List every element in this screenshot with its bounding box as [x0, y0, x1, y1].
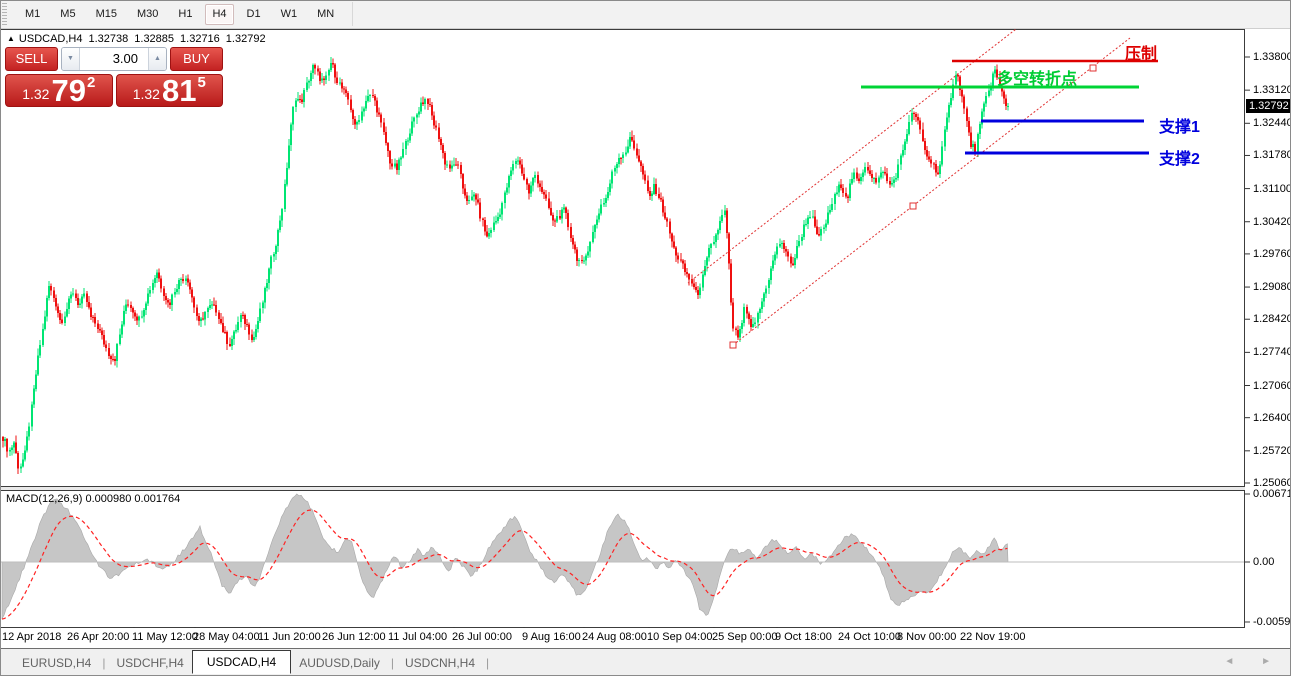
price-axis-label: 1.33120: [1253, 84, 1291, 96]
tab-separator: |: [102, 656, 105, 670]
price-axis-label: 1.25720: [1253, 445, 1291, 457]
buy-price-prefix: 1.32: [133, 87, 160, 101]
volume-spinner: ▼ 3.00 ▲: [61, 47, 167, 71]
price-axis-label: 1.28420: [1253, 313, 1291, 325]
timeframe-button-h1[interactable]: H1: [171, 4, 199, 25]
mt4-terminal-window: M1 M5 M15 M30 H1 H4 D1 W1MN ▲ USDCAD,H4 1.32738 1.…: [0, 0, 1291, 676]
time-axis-label: 26 Apr 20:00: [67, 631, 129, 643]
ohlc-low: 1.32716: [180, 33, 220, 45]
timeframe-toolbar: M1 M5 M15 M30 H1 H4 D1 W1MN: [0, 0, 1291, 29]
sell-price-button[interactable]: 1.32 79 2: [5, 74, 113, 107]
macd-axis-label: 0.00: [1253, 556, 1274, 568]
time-axis-label: 26 Jun 12:00: [322, 631, 386, 643]
price-axis-label: 1.31100: [1253, 183, 1291, 195]
price-axis-label: 1.27060: [1253, 380, 1291, 392]
time-axis-label: 22 Nov 19:00: [960, 631, 1025, 643]
time-axis-label: 11 Jul 04:00: [388, 631, 447, 643]
pivot-label[interactable]: 多空转折点: [997, 65, 1077, 89]
price-axis-label: 1.32440: [1253, 117, 1291, 129]
ohlc-high: 1.32885: [134, 33, 174, 45]
chart-tab-usdcad-h4[interactable]: USDCAD,H4: [192, 650, 291, 674]
timeframe-button-m15[interactable]: M15: [89, 4, 124, 25]
sell-price-prefix: 1.32: [22, 87, 49, 101]
toolbar-separator: [352, 2, 353, 26]
toolbar-grip[interactable]: [2, 3, 7, 25]
current-price-badge: 1.32792: [1246, 99, 1291, 113]
time-axis-label: 25 Sep 00:00: [712, 631, 777, 643]
chart-tab-bar: EURUSD,H4|USDCHF,H4USDCAD,H4AUDUSD,Daily…: [0, 648, 1291, 676]
time-axis-label: 24 Oct 10:00: [838, 631, 901, 643]
price-axis-label: 1.26400: [1253, 412, 1291, 424]
tab-scroll-arrows-icon[interactable]: ◄ ►: [1224, 656, 1283, 667]
ohlc-open: 1.32738: [89, 33, 129, 45]
buy-price-main: 81: [162, 78, 196, 103]
chart-tab-usdcnh-h4[interactable]: USDCNH,H4: [397, 652, 483, 674]
chart-tab-audusd-daily[interactable]: AUDUSD,Daily: [291, 652, 388, 674]
time-axis[interactable]: 12 Apr 2018 26 Apr 20:0011 May 12:0028 Ma…: [0, 628, 1245, 648]
time-axis-label: 11 Jun 20:00: [258, 631, 321, 643]
price-axis-label: 1.31780: [1253, 149, 1291, 161]
timeframe-button-h4[interactable]: H4: [205, 4, 233, 25]
support2-label[interactable]: 支撑2: [1159, 145, 1200, 169]
timeframe-button-m1[interactable]: M1: [18, 4, 47, 25]
macd-axis-label: 0.006718: [1253, 488, 1291, 500]
macd-axis-label: -0.005925: [1253, 616, 1291, 628]
chart-tab-usdchf-h4[interactable]: USDCHF,H4: [108, 652, 191, 674]
price-axis-label: 1.30420: [1253, 216, 1291, 228]
macd-indicator-pane[interactable]: [0, 490, 1245, 628]
sell-price-pip: 2: [87, 75, 95, 90]
macd-indicator-label: MACD(12,26,9) 0.000980 0.001764: [6, 493, 180, 505]
time-axis-label: 24 Aug 08:00: [582, 631, 647, 643]
timeframe-button-m30[interactable]: M30: [130, 4, 165, 25]
chart-symbol-label: USDCAD,H4: [19, 33, 83, 45]
resistance-label[interactable]: 压制: [1125, 40, 1157, 64]
chart-title: ▲ USDCAD,H4 1.32738 1.32885 1.32716 1.32792: [7, 33, 266, 45]
timeframe-buttons: M1 M5 M15 M30 H1 H4 D1 W1MN: [15, 4, 344, 25]
price-axis-label: 1.27740: [1253, 346, 1291, 358]
one-click-trading-panel: SELL ▼ 3.00 ▲ BUY 1.32 79 2 1.32 81 5: [5, 47, 223, 107]
time-axis-label: 12 Apr 2018: [2, 631, 61, 643]
ohlc-close: 1.32792: [226, 33, 266, 45]
time-axis-label: 28 May 04:00: [193, 631, 260, 643]
timeframe-button-w1[interactable]: W1: [274, 4, 305, 25]
time-axis-label: 11 May 12:00: [132, 631, 198, 643]
chart-tab-eurusd-h4[interactable]: EURUSD,H4: [14, 652, 99, 674]
volume-decrease-icon[interactable]: ▼: [62, 48, 80, 70]
price-axis-label: 1.29760: [1253, 248, 1291, 260]
chart-tabs: EURUSD,H4|USDCHF,H4USDCAD,H4AUDUSD,Daily…: [14, 652, 492, 674]
collapse-arrow-icon[interactable]: ▲: [7, 34, 15, 43]
time-axis-label: 9 Oct 18:00: [775, 631, 832, 643]
buy-price-button[interactable]: 1.32 81 5: [116, 74, 224, 107]
time-axis-label: 26 Jul 00:00: [452, 631, 512, 643]
timeframe-button-mn[interactable]: MN: [310, 4, 341, 25]
support1-label[interactable]: 支撑1: [1159, 113, 1200, 137]
sell-button[interactable]: SELL: [5, 47, 58, 71]
buy-button[interactable]: BUY: [170, 47, 223, 71]
price-axis[interactable]: 1.32792 1.33800 1.33120 1.32440 1.31780 1.31…: [1246, 29, 1291, 628]
time-axis-label: 8 Nov 00:00: [897, 631, 956, 643]
sell-price-main: 79: [51, 78, 85, 103]
tab-separator: |: [486, 656, 489, 670]
price-axis-label: 1.33800: [1253, 51, 1291, 63]
volume-input[interactable]: 3.00: [80, 48, 148, 70]
buy-price-pip: 5: [197, 75, 205, 90]
volume-increase-icon[interactable]: ▲: [148, 48, 166, 70]
timeframe-button-m5[interactable]: M5: [53, 4, 82, 25]
timeframe-button-d1[interactable]: D1: [240, 4, 268, 25]
time-axis-label: 9 Aug 16:00: [522, 631, 581, 643]
price-axis-label: 1.29080: [1253, 281, 1291, 293]
tab-separator: |: [391, 656, 394, 670]
time-axis-label: 10 Sep 04:00: [647, 631, 712, 643]
